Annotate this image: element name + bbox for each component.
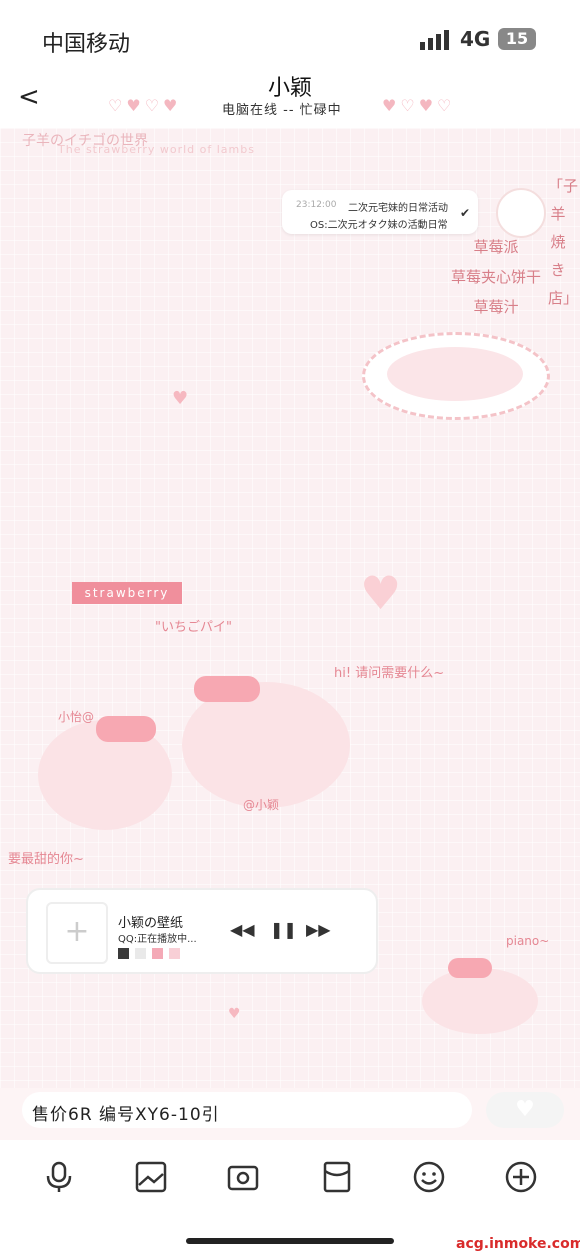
presence-status: 电脑在线 -- 忙碌中 bbox=[222, 103, 342, 118]
swatch bbox=[118, 948, 129, 959]
heart-icon: ♥ bbox=[228, 1006, 241, 1022]
strawberry-tag: strawberry bbox=[72, 582, 182, 604]
check-icon: ✔ bbox=[459, 206, 470, 220]
avatar-circle bbox=[496, 188, 546, 238]
menu-item: 草莓夹心饼干 bbox=[450, 268, 541, 286]
pause-icon[interactable]: ❚❚ bbox=[270, 920, 297, 939]
previous-icon[interactable]: ◀◀ bbox=[230, 920, 255, 939]
ichigo-label: "いちごパイ" bbox=[155, 620, 232, 635]
status-bar: 中国移动 4G 15 bbox=[0, 0, 580, 70]
music-widget: + 小颖の壁纸 QQ:正在播放中... ◀◀ ❚❚ ▶▶ bbox=[26, 888, 378, 974]
playing-status: QQ:正在播放中... bbox=[118, 934, 197, 945]
greeting-text: hi! 请问需要什么~ bbox=[334, 666, 445, 681]
add-cover-button[interactable]: + bbox=[46, 902, 108, 964]
microphone-icon[interactable] bbox=[42, 1160, 76, 1194]
home-indicator[interactable] bbox=[186, 1238, 394, 1244]
carrier-label: 中国移动 bbox=[42, 32, 131, 57]
plus-icon[interactable] bbox=[504, 1160, 538, 1194]
plate-character bbox=[387, 347, 523, 401]
swatch bbox=[135, 948, 146, 959]
signal-icon bbox=[420, 30, 449, 50]
hearts-right-deco: ♥♡♥♡ bbox=[382, 96, 456, 115]
image-icon[interactable] bbox=[134, 1160, 168, 1194]
heart-icon: ♥ bbox=[172, 388, 189, 409]
menu-list: 草莓派 草莓夹心饼干 草莓汁 bbox=[440, 232, 552, 322]
menu-item: 草莓派 bbox=[473, 238, 519, 256]
status-notification: 23:12:00 二次元宅妹的日常活动 OS:二次元オタク妹の活動日常 ✔ bbox=[282, 190, 478, 234]
notification-line1: 二次元宅妹的日常活动 bbox=[348, 203, 448, 214]
mention-label: 小怡@ bbox=[58, 710, 95, 724]
shop-sign: 「子羊焼き店」 bbox=[548, 177, 579, 307]
menu-item: 草莓汁 bbox=[473, 298, 519, 316]
song-title: 小颖の壁纸 bbox=[118, 916, 184, 931]
bow-icon bbox=[448, 958, 492, 978]
network-label: 4G bbox=[460, 27, 491, 51]
mention-label: @小颖 bbox=[243, 798, 280, 812]
color-swatches bbox=[118, 944, 186, 963]
chat-header: < 小颖 ♡♥♡♥ 电脑在线 -- 忙碌中 ♥♡♥♡ bbox=[0, 64, 580, 130]
plate-illustration bbox=[362, 332, 550, 420]
bow-icon bbox=[194, 676, 260, 702]
red-packet-icon[interactable] bbox=[320, 1160, 354, 1194]
sweet-text: 要最甜的你~ bbox=[8, 852, 84, 867]
next-icon[interactable]: ▶▶ bbox=[306, 920, 331, 939]
heart-button[interactable]: ♥ bbox=[486, 1092, 564, 1128]
emoji-icon[interactable] bbox=[412, 1160, 446, 1194]
camera-icon[interactable] bbox=[226, 1160, 260, 1194]
watermark: acg.inmoke.com bbox=[452, 1235, 580, 1253]
notification-line2: OS:二次元オタク妹の活動日常 bbox=[310, 220, 448, 231]
message-input[interactable]: 售价6R 编号XY6-10引 bbox=[22, 1092, 472, 1128]
wallpaper-subtitle: The strawberry world of lambs bbox=[58, 143, 255, 156]
bow-icon bbox=[96, 716, 156, 742]
battery-icon: 15 bbox=[498, 28, 536, 50]
notification-time: 23:12:00 bbox=[296, 200, 337, 210]
swatch bbox=[169, 948, 180, 959]
hearts-left-deco: ♡♥♡♥ bbox=[108, 96, 182, 115]
contact-name[interactable]: 小颖 bbox=[0, 70, 580, 102]
heart-icon: ♥ bbox=[360, 566, 402, 620]
swatch bbox=[152, 948, 163, 959]
piano-label: piano~ bbox=[506, 934, 550, 948]
input-text: 售价6R 编号XY6-10引 bbox=[32, 1105, 220, 1125]
